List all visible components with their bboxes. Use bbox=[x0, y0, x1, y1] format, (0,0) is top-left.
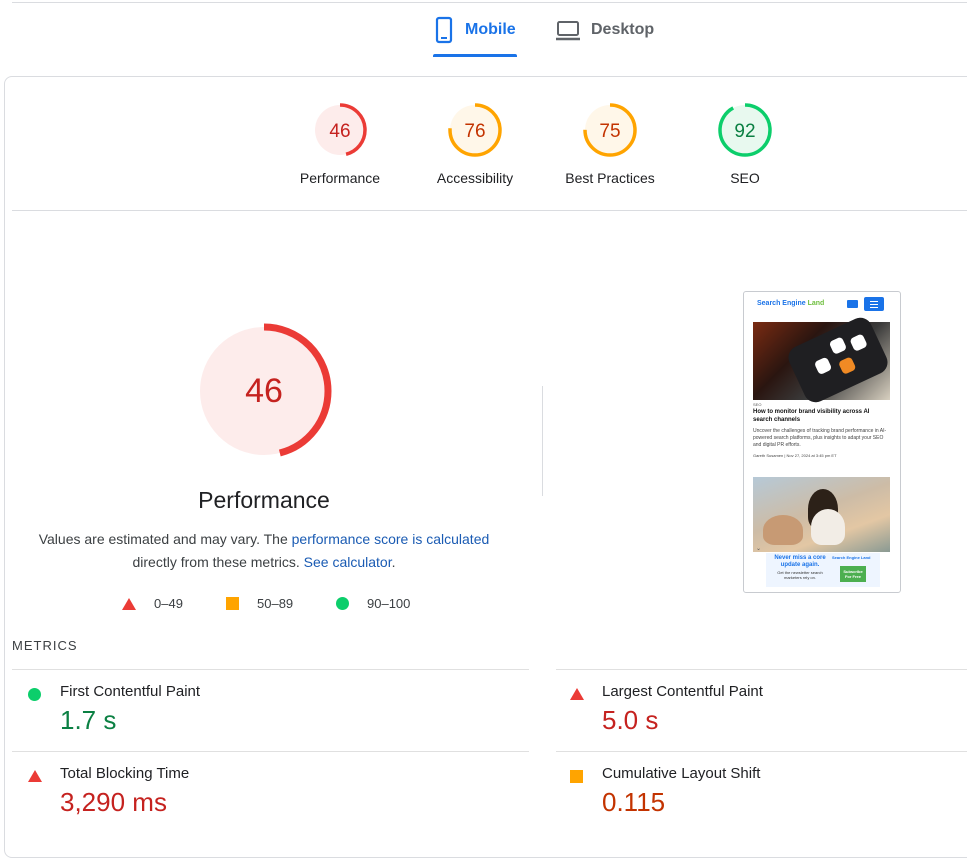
legend-average: 50–89 bbox=[226, 596, 293, 611]
metric-value: 3,290 ms bbox=[60, 787, 167, 817]
performance-gauge: 46 bbox=[196, 323, 332, 459]
mail-icon bbox=[847, 300, 858, 308]
app-icon bbox=[828, 336, 848, 355]
tab-desktop[interactable]: Desktop bbox=[555, 16, 665, 56]
metric-first-contentful-paint[interactable]: First Contentful Paint 1.7 s bbox=[28, 683, 448, 753]
thumb-newsletter-banner: Never miss a core update again. Get the … bbox=[766, 553, 880, 587]
performance-description: Values are estimated and may vary. The p… bbox=[30, 528, 498, 574]
chevron-down-icon: ⌄ bbox=[756, 546, 762, 552]
metric-divider bbox=[12, 751, 529, 752]
metric-value: 5.0 s bbox=[602, 705, 659, 735]
legend-range: 50–89 bbox=[257, 596, 294, 611]
see-calculator-link[interactable]: See calculator bbox=[304, 554, 392, 570]
active-tab-indicator bbox=[433, 54, 517, 57]
tab-mobile[interactable]: Mobile bbox=[433, 16, 517, 56]
phone-image bbox=[784, 313, 892, 407]
fail-triangle-icon bbox=[28, 770, 42, 782]
thumb-second-image bbox=[753, 477, 890, 552]
desc-text: directly from these metrics. bbox=[132, 554, 304, 570]
tab-mobile-label: Mobile bbox=[465, 21, 516, 38]
gauge-label: SEO bbox=[730, 170, 760, 186]
laptop-icon bbox=[555, 16, 581, 49]
metric-name: First Contentful Paint bbox=[60, 683, 201, 700]
banner-title: Never miss a core update again. bbox=[774, 555, 826, 568]
menu-icon bbox=[864, 297, 884, 311]
desc-text: . bbox=[391, 554, 396, 570]
banner-logo: Search Engine Land bbox=[832, 555, 871, 560]
gauge-label: Accessibility bbox=[436, 170, 514, 186]
legend-range: 90–100 bbox=[367, 596, 411, 611]
gauge-performance[interactable]: 46 Performance bbox=[280, 102, 400, 186]
category-gauges: 46 Performance 76 Accessibility 75 Best … bbox=[0, 102, 967, 202]
banner-text: Get the newsletter search marketers rely… bbox=[777, 570, 823, 580]
average-square-icon bbox=[570, 770, 583, 783]
gauge-score: 46 bbox=[245, 372, 283, 410]
gauge-accessibility[interactable]: 76 Accessibility bbox=[415, 102, 535, 186]
thumb-meta: Gareth Susamen | Nov 27, 2024 at 3:45 pm… bbox=[753, 453, 837, 458]
person-image bbox=[811, 509, 845, 545]
thumb-logo-text: Land bbox=[807, 300, 825, 307]
thumb-hero-image bbox=[753, 313, 892, 407]
thumb-headline: How to monitor brand visibility across A… bbox=[753, 409, 870, 423]
app-icon bbox=[813, 356, 833, 376]
legend-range: 0–49 bbox=[154, 596, 183, 611]
gauge-score: 92 bbox=[734, 121, 755, 142]
gauge-seo[interactable]: 92 SEO bbox=[685, 102, 805, 186]
metric-name: Cumulative Layout Shift bbox=[602, 765, 761, 782]
gauge-ring: 46 bbox=[313, 103, 367, 157]
vertical-divider bbox=[542, 386, 543, 496]
metric-value: 0.115 bbox=[602, 787, 666, 817]
metric-largest-contentful-paint[interactable]: Largest Contentful Paint 5.0 s bbox=[570, 683, 967, 753]
pass-circle-icon bbox=[28, 688, 41, 701]
banner-subscribe-button: Subscribe For Free bbox=[840, 566, 866, 582]
desc-text: Values are estimated and may vary. The bbox=[38, 531, 292, 547]
thumb-header: Search Engine Land bbox=[744, 292, 900, 318]
metric-divider bbox=[556, 751, 967, 752]
gauge-ring: 75 bbox=[583, 103, 637, 157]
thumb-tag: SEO bbox=[753, 402, 762, 407]
gauge-label: Performance bbox=[299, 170, 381, 186]
tab-desktop-label: Desktop bbox=[591, 21, 655, 38]
triangle-icon bbox=[122, 597, 136, 610]
smartphone-icon bbox=[433, 16, 455, 49]
thumb-logo-text: Search Engine bbox=[757, 300, 808, 307]
fail-triangle-icon bbox=[570, 688, 584, 700]
circle-icon bbox=[336, 597, 349, 610]
gauge-label: Best Practices bbox=[565, 170, 655, 186]
section-divider bbox=[12, 210, 967, 211]
person-image bbox=[763, 515, 803, 545]
square-icon bbox=[226, 597, 239, 610]
metric-name: Largest Contentful Paint bbox=[602, 683, 763, 700]
metric-divider bbox=[12, 669, 529, 670]
gauge-score: 75 bbox=[599, 121, 620, 142]
legend-pass: 90–100 bbox=[336, 596, 410, 611]
gauge-ring: 92 bbox=[718, 103, 772, 157]
thumb-body: Uncover the challenges of tracking brand… bbox=[753, 428, 887, 448]
metrics-heading: METRICS bbox=[12, 638, 78, 653]
metric-total-blocking-time[interactable]: Total Blocking Time 3,290 ms bbox=[28, 765, 448, 835]
metric-divider bbox=[556, 669, 967, 670]
gauge-ring: 76 bbox=[448, 103, 502, 157]
metric-name: Total Blocking Time bbox=[60, 765, 190, 782]
gauge-score: 46 bbox=[329, 121, 350, 142]
legend-fail: 0–49 bbox=[122, 596, 183, 611]
metric-cumulative-layout-shift[interactable]: Cumulative Layout Shift 0.115 bbox=[570, 765, 967, 835]
performance-score-link[interactable]: performance score is calculated bbox=[292, 531, 490, 547]
gauge-best-practices[interactable]: 75 Best Practices bbox=[550, 102, 670, 186]
metric-value: 1.7 s bbox=[60, 705, 117, 735]
device-tabs: Mobile Desktop bbox=[0, 0, 967, 60]
app-icon bbox=[837, 356, 857, 375]
page-screenshot-thumbnail[interactable]: Search Engine Land SEO How to monitor br… bbox=[743, 291, 901, 593]
gauge-score: 76 bbox=[464, 121, 485, 142]
thumb-logo: Search Engine Land bbox=[757, 300, 824, 307]
app-icon bbox=[849, 333, 868, 352]
performance-title: Performance bbox=[198, 487, 330, 513]
